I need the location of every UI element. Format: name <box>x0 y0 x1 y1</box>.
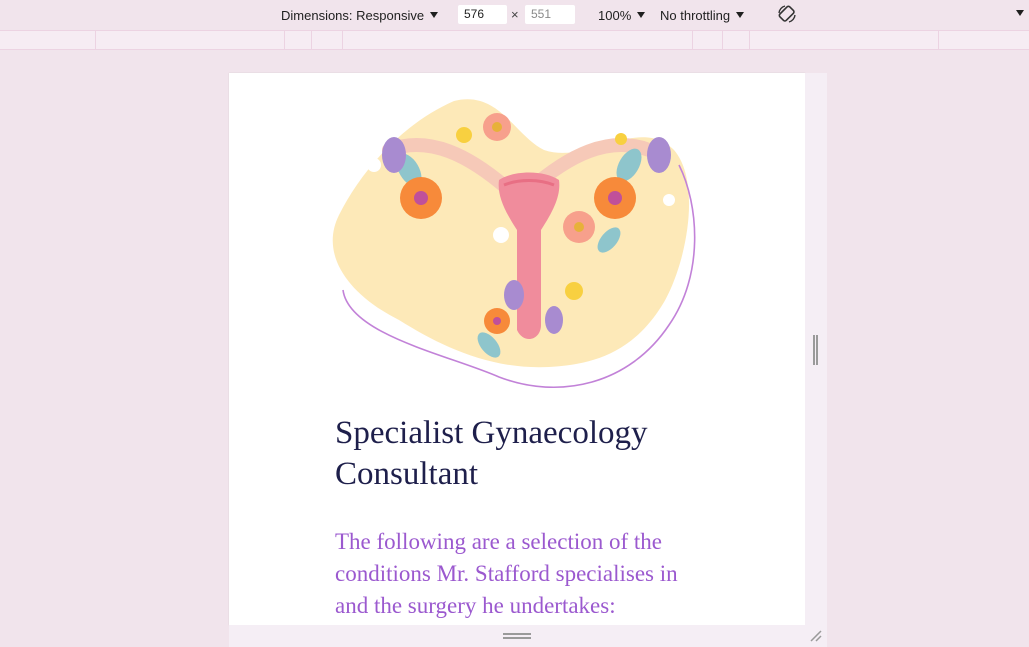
more-options-icon[interactable] <box>1016 10 1024 16</box>
height-input[interactable]: 551 <box>525 5 575 24</box>
dimensions-label: Dimensions: Responsive <box>281 8 425 23</box>
intro-paragraph: The following are a selection of the con… <box>335 529 678 618</box>
chevron-down-icon <box>430 12 439 18</box>
device-toolbar: Dimensions: Responsive 576 × 551 100% No… <box>0 0 1029 30</box>
throttling-dropdown[interactable]: No throttling <box>660 7 745 24</box>
device-viewport: Specialist Gynaecology Consultant The fo… <box>229 73 805 625</box>
media-query-marker[interactable] <box>311 31 312 49</box>
chevron-down-icon <box>637 12 646 18</box>
media-query-marker[interactable] <box>95 31 96 49</box>
media-query-marker[interactable] <box>284 31 285 49</box>
throttling-label: No throttling <box>660 8 731 23</box>
corner-resize-icon[interactable] <box>809 629 823 643</box>
dimensions-dropdown[interactable]: Dimensions: Responsive <box>281 7 439 24</box>
right-resize-handle[interactable] <box>813 335 818 365</box>
media-query-marker[interactable] <box>938 31 939 49</box>
page-heading: Specialist Gynaecology Consultant <box>335 415 648 492</box>
rotate-icon[interactable] <box>777 4 797 24</box>
chevron-down-icon <box>736 12 745 18</box>
width-input[interactable]: 576 <box>458 5 507 24</box>
media-query-marker[interactable] <box>692 31 693 49</box>
media-query-bar <box>0 30 1029 50</box>
uterus-flower-illustration <box>332 99 696 388</box>
media-query-marker[interactable] <box>342 31 343 49</box>
bottom-resize-handle[interactable] <box>503 633 531 639</box>
zoom-dropdown[interactable]: 100% <box>598 7 646 24</box>
times-separator: × <box>511 7 519 22</box>
media-query-marker[interactable] <box>749 31 750 49</box>
zoom-label: 100% <box>598 8 632 23</box>
media-query-marker[interactable] <box>722 31 723 49</box>
